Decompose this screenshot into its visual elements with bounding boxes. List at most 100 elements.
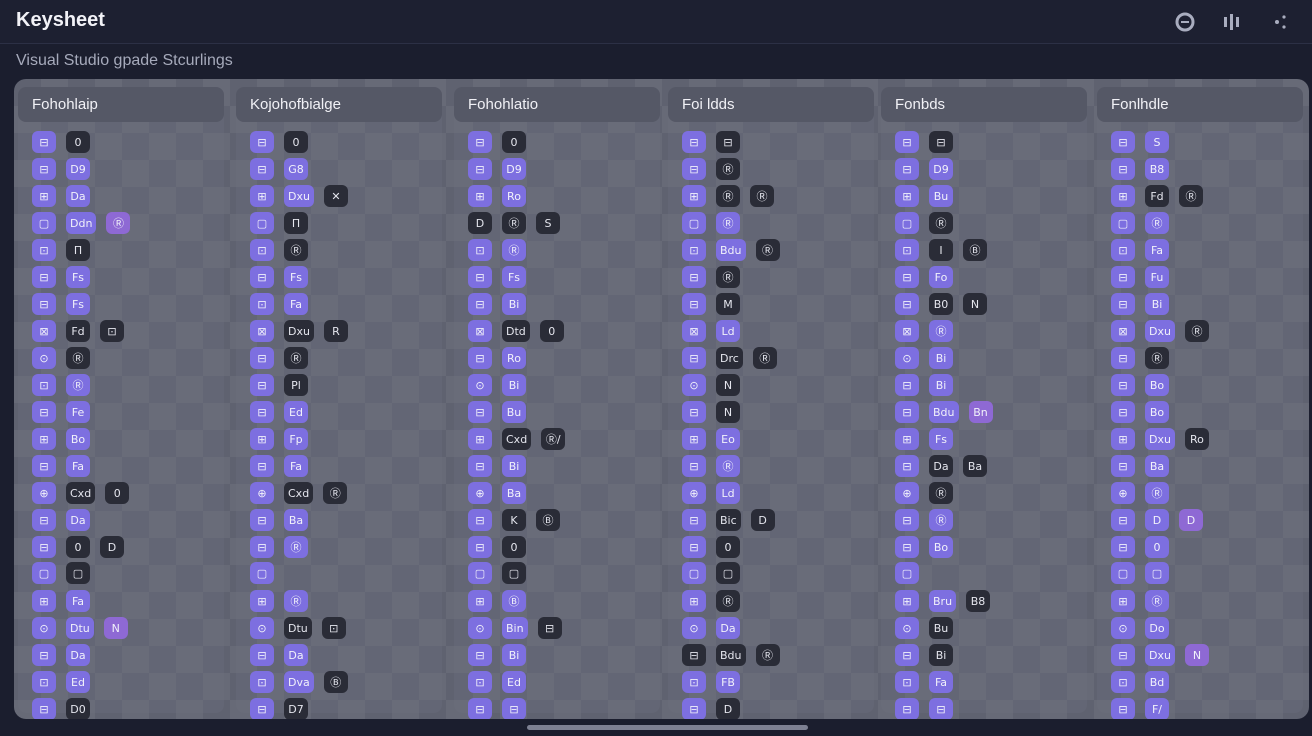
shortcut-row[interactable]: ⊡ Π (32, 239, 130, 266)
shortcut-row[interactable]: ⊞ Ⓡ (682, 590, 780, 617)
shortcut-row[interactable]: ⊟ Bic D (682, 509, 780, 536)
shortcut-row[interactable]: ⊙ Do (1111, 617, 1209, 644)
shortcut-row[interactable]: ⊟ ⊟ (468, 698, 565, 719)
shortcut-row[interactable]: ▢ Ⓡ (895, 212, 993, 239)
shortcut-row[interactable]: ⊟ Bo (1111, 401, 1209, 428)
shortcut-row[interactable]: ▢ Π (250, 212, 348, 239)
shortcut-row[interactable]: ⊕ Ld (682, 482, 780, 509)
shortcut-row[interactable]: ⊙ Bi (895, 347, 993, 374)
column-header[interactable]: Foi ldds (668, 87, 874, 122)
shortcut-row[interactable]: ⊞ Fs (895, 428, 993, 455)
column-header[interactable]: Kojohofbialge (236, 87, 442, 122)
shortcut-row[interactable]: ⊕ Ⓡ (1111, 482, 1209, 509)
shortcut-row[interactable]: ▢ Ⓡ (682, 212, 780, 239)
shortcut-row[interactable]: ⊙ Dtu N (32, 617, 130, 644)
shortcut-row[interactable]: ⊟ B0 N (895, 293, 993, 320)
shortcut-row[interactable]: ⊟ Bi (895, 644, 993, 671)
shortcut-row[interactable]: ⊟ ▢ Ⓡ (250, 536, 348, 590)
shortcut-row[interactable]: ⊟ Ⓡ (682, 455, 780, 482)
shortcut-row[interactable]: ⊡ Ⓡ (32, 374, 130, 401)
shortcut-row[interactable]: ⊞ Bo (32, 428, 130, 455)
shortcut-row[interactable]: ⊕ Cxd Ⓡ (250, 482, 348, 509)
shortcut-row[interactable]: ⊟ Da Ba (895, 455, 993, 482)
shortcut-row[interactable]: ⊟ G8 (250, 158, 348, 185)
shortcut-row[interactable]: ⊟ B8 (1111, 158, 1209, 185)
shortcut-row[interactable]: ⊡ Ed (468, 671, 565, 698)
shortcut-row[interactable]: ⊟ Da (250, 644, 348, 671)
shortcut-row[interactable]: ⊡ Ⓡ (250, 239, 348, 266)
shortcut-row[interactable]: ⊞ Ⓡ (1111, 590, 1209, 617)
shortcut-row[interactable]: ⊟ Ⓡ (682, 266, 780, 293)
shortcut-row[interactable]: ⊟ D9 (468, 158, 565, 185)
shortcut-row[interactable]: ⊙ Dtu ⊡ (250, 617, 348, 644)
shortcut-row[interactable]: ⊟ Ba (1111, 455, 1209, 482)
shortcut-row[interactable]: ⊞ Cxd Ⓡ/ (468, 428, 566, 455)
shortcut-row[interactable]: ⊟ Ⓡ (250, 347, 348, 374)
shortcut-row[interactable]: ⊟ Da (32, 644, 130, 671)
shortcut-row[interactable]: ⊡ FB (682, 671, 780, 698)
column-header[interactable]: Fonlhdle (1097, 87, 1303, 122)
shortcut-row[interactable]: ⊞ Bru B8 (895, 590, 993, 617)
column-header[interactable]: Fohohlatio (454, 87, 660, 122)
shortcut-row[interactable]: ⊟ Bi (1111, 293, 1209, 320)
column-header[interactable]: Fonbds (881, 87, 1087, 122)
shortcut-row[interactable]: ⊟ ⊟ (682, 131, 780, 158)
shortcut-row[interactable]: ▢ Ⓡ (1111, 212, 1209, 239)
shortcut-row[interactable]: ⊟ Da (32, 509, 130, 536)
shortcut-row[interactable]: ⊟ Ro (468, 347, 565, 374)
shortcut-row[interactable]: ⊞ Dxu ✕ (250, 185, 348, 212)
shortcut-row[interactable]: ⊙ Bi (468, 374, 565, 401)
shortcut-row[interactable]: ⊟ D7 (250, 698, 348, 719)
shortcut-row[interactable]: ⊙ Da (682, 617, 780, 644)
shortcut-row[interactable]: ⊕ Ba (468, 482, 565, 509)
shortcut-row[interactable]: ⊡ Ed (32, 671, 130, 698)
shortcut-row[interactable]: ⊟ M (682, 293, 780, 320)
shortcut-row[interactable]: ⊞ Ⓡ Ⓡ (682, 185, 780, 212)
shortcut-row[interactable]: ⊟ Fu (1111, 266, 1209, 293)
shortcut-row[interactable]: ⊟ Drc Ⓡ (682, 347, 780, 374)
shortcut-row[interactable]: ⊕ Cxd 0 (32, 482, 130, 509)
columns-icon[interactable] (1220, 9, 1246, 35)
shortcut-row[interactable]: ⊡ Bd (1111, 671, 1209, 698)
shortcut-row[interactable]: ⊟ Ⓡ (1111, 347, 1209, 374)
shortcut-row[interactable]: ⊟ ▢ 0 ▢ (682, 536, 780, 590)
shortcut-row[interactable]: ⊟ ▢ Bo (895, 536, 993, 590)
shortcut-row[interactable]: ⊟ Bdu Bn (895, 401, 993, 428)
shortcut-row[interactable]: ⊟ Fs (468, 266, 565, 293)
shortcut-row[interactable]: ⊙ Ⓡ (32, 347, 130, 374)
shortcut-row[interactable]: ⊡ Fa (1111, 239, 1209, 266)
shortcut-row[interactable]: ⊟ F/ (1111, 698, 1209, 719)
shortcut-row[interactable]: ⊟ D D (1111, 509, 1209, 536)
shortcut-row[interactable]: D Ⓡ S (468, 212, 565, 239)
shortcut-row[interactable]: ⊙ N (682, 374, 780, 401)
shortcut-row[interactable]: ⊟ Pl (250, 374, 348, 401)
shortcut-row[interactable]: ⊞ Fa (32, 590, 130, 617)
horizontal-scrollbar[interactable] (527, 725, 808, 730)
shortcut-row[interactable]: ⊟ D (682, 698, 780, 719)
shortcut-row[interactable]: ⊡ I Ⓑ (895, 239, 993, 266)
shortcut-row[interactable]: ⊞ Fp (250, 428, 348, 455)
shortcut-row[interactable]: ⊞ Fd Ⓡ (1111, 185, 1209, 212)
shortcut-row[interactable]: ⊞ Ⓑ (468, 590, 565, 617)
shortcut-row[interactable]: ⊠ Ⓡ (895, 320, 993, 347)
shortcut-row[interactable]: ⊟ Fa (32, 455, 130, 482)
shortcut-row[interactable]: ⊞ Dxu Ro (1111, 428, 1209, 455)
shortcut-row[interactable]: ⊟ D9 (32, 158, 130, 185)
shortcut-row[interactable]: ⊟ Fs (250, 266, 348, 293)
shortcut-row[interactable]: ⊟ ▢ 0 ▢ (468, 536, 565, 590)
shortcut-row[interactable]: ⊞ Bu (895, 185, 993, 212)
shortcut-row[interactable]: ⊙ Bu (895, 617, 993, 644)
shortcut-row[interactable]: ⊟ ▢ 0 ▢ D (32, 536, 130, 590)
shortcut-row[interactable]: ⊟ Fe (32, 401, 130, 428)
shortcut-row[interactable]: ⊡ Fa (895, 671, 993, 698)
shortcut-row[interactable]: ⊟ Fo (895, 266, 993, 293)
shortcut-row[interactable]: ⊟ D0 (32, 698, 130, 719)
shortcut-row[interactable]: ⊟ 0 (250, 131, 348, 158)
shortcut-row[interactable]: ⊟ Bu (468, 401, 565, 428)
shortcut-row[interactable]: ⊡ Fa (250, 293, 348, 320)
shortcut-row[interactable]: ⊟ Dxu N (1111, 644, 1209, 671)
shortcut-row[interactable]: ⊟ D9 (895, 158, 993, 185)
shortcut-row[interactable]: ⊙ Bin ⊟ (468, 617, 565, 644)
shortcut-row[interactable]: ⊟ ⊟ (895, 698, 993, 719)
column-header[interactable]: Fohohlaip (18, 87, 224, 122)
